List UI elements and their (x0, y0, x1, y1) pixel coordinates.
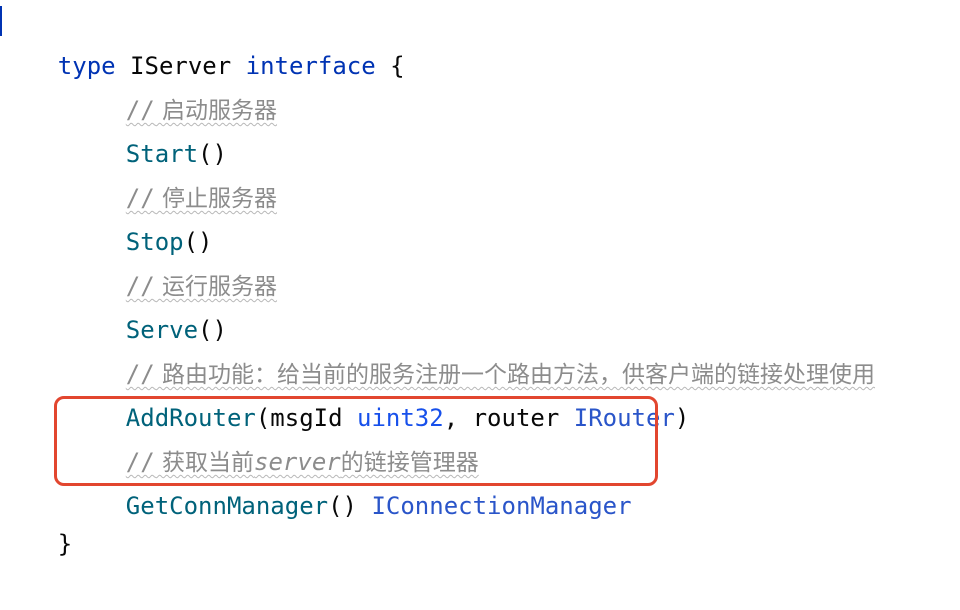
code-line-5[interactable]: Stop() (0, 176, 213, 256)
code-line-11[interactable]: GetConnManager() IConnectionManager (0, 440, 632, 520)
parens: () (328, 492, 372, 520)
close-brace: } (57, 530, 73, 558)
code-line-8[interactable]: // 路由功能：给当前的服务注册一个路由方法，供客户端的链接处理使用 (0, 308, 875, 388)
code-line-3[interactable]: Start() (0, 88, 227, 168)
code-line-12[interactable]: } (0, 478, 72, 558)
code-line-2[interactable]: // 启动服务器 (0, 44, 277, 124)
method-get-conn-manager: GetConnManager (125, 492, 329, 520)
code-line-4[interactable]: // 停止服务器 (0, 132, 277, 212)
type-iconnection-manager: IConnectionManager (371, 492, 632, 520)
type-irouter: IRouter (573, 404, 675, 432)
code-editor[interactable]: type IServer interface { // 启动服务器 Start(… (0, 0, 960, 558)
code-line-9[interactable]: AddRouter(msgId uint32, router IRouter) (0, 352, 690, 432)
code-line-1[interactable]: type IServer interface { (0, 0, 405, 80)
open-brace: { (375, 52, 405, 80)
param-close: ) (674, 404, 690, 432)
code-line-10[interactable]: // 获取当前server的链接管理器 (0, 396, 479, 476)
code-line-6[interactable]: // 运行服务器 (0, 220, 277, 300)
code-line-7[interactable]: Serve() (0, 264, 227, 344)
